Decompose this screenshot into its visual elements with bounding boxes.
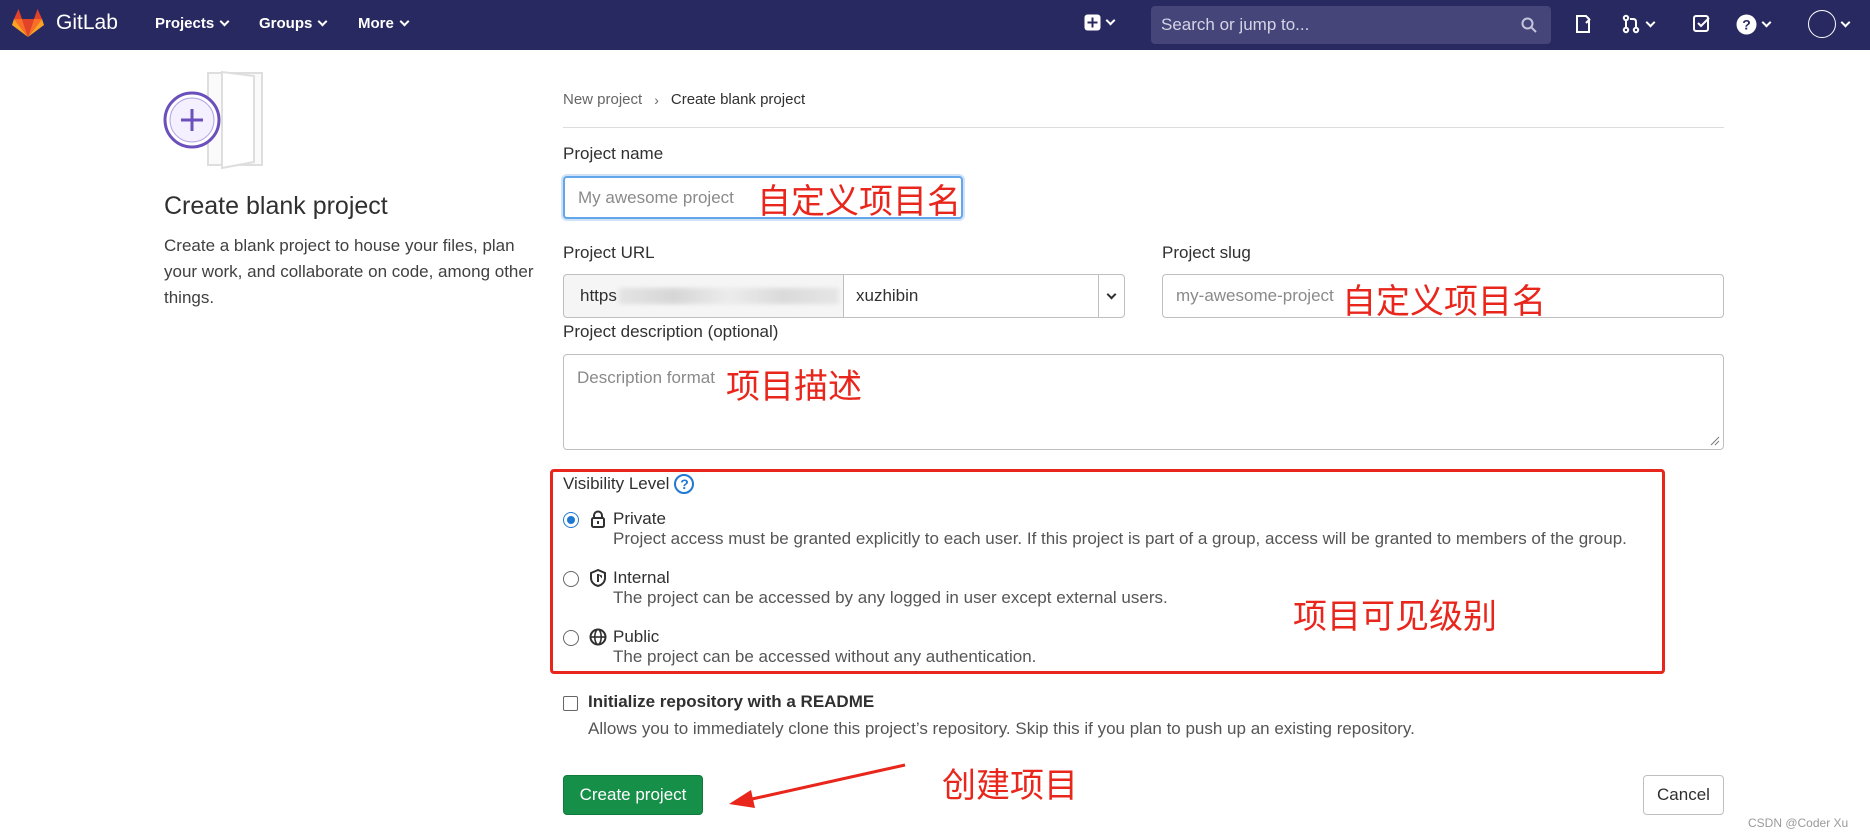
visibility-private-radio[interactable] <box>563 512 579 528</box>
readme-checkbox-label[interactable]: Initialize repository with a README <box>588 692 874 712</box>
annotation-project-slug: 自定义项目名 <box>1342 282 1546 322</box>
globe-icon <box>589 628 607 646</box>
todos-button[interactable] <box>1692 14 1712 34</box>
chevron-down-icon <box>399 16 410 27</box>
header-divider <box>563 127 1724 128</box>
annotation-highlight-box <box>550 469 1665 674</box>
visibility-private-label: Private <box>613 509 666 528</box>
project-url-prefix-text: https <box>580 286 617 305</box>
visibility-public-label: Public <box>613 627 660 646</box>
search-bar[interactable] <box>1151 6 1551 44</box>
nav-groups-dropdown[interactable]: Groups <box>259 15 328 32</box>
breadcrumb-current: Create blank project <box>670 91 806 108</box>
visibility-internal-description: The project can be accessed by any logge… <box>613 588 1168 607</box>
resize-handle-icon[interactable] <box>1710 436 1720 446</box>
visibility-public-radio[interactable] <box>563 630 579 646</box>
chevron-down-icon <box>1761 17 1772 28</box>
todo-icon <box>1693 15 1710 32</box>
breadcrumb-new-project-link[interactable]: New project <box>563 91 642 108</box>
project-name-label: Project name <box>563 144 664 163</box>
svg-text:?: ? <box>1742 17 1751 33</box>
watermark: CSDN @Coder Xu <box>1748 816 1849 830</box>
chevron-down-icon <box>219 16 230 27</box>
annotation-arrow-icon <box>729 763 906 808</box>
gitlab-logo-icon <box>12 9 44 37</box>
readme-description: Allows you to immediately clone this pro… <box>588 719 1415 738</box>
redacted-host <box>618 288 839 304</box>
annotation-create: 创建项目 <box>942 766 1078 806</box>
annotation-description: 项目描述 <box>726 367 862 407</box>
chevron-down-icon <box>1106 289 1117 299</box>
project-slug-label: Project slug <box>1162 243 1251 262</box>
chevron-down-icon <box>317 16 328 27</box>
top-navbar: GitLab Projects Groups More Search or ju… <box>0 0 1870 50</box>
breadcrumb-separator-icon: › <box>654 91 659 108</box>
nav-projects-dropdown[interactable]: Projects <box>155 15 230 32</box>
merge-request-icon <box>1622 14 1640 34</box>
nav-projects-label: Projects <box>155 15 215 32</box>
help-dropdown[interactable]: ? <box>1736 14 1772 35</box>
visibility-level-label: Visibility Level <box>563 474 670 493</box>
new-item-dropdown[interactable] <box>1084 14 1116 31</box>
visibility-internal-label: Internal <box>613 568 670 587</box>
annotation-visibility: 项目可见级别 <box>1293 597 1497 637</box>
create-project-button[interactable]: Create project <box>563 775 703 815</box>
project-url-namespace-select[interactable]: xuzhibin <box>843 274 1125 318</box>
issues-button[interactable] <box>1573 14 1593 34</box>
cancel-button[interactable]: Cancel <box>1643 775 1724 815</box>
breadcrumb: New project › Create blank project <box>563 91 805 108</box>
search-icon <box>1521 17 1537 33</box>
project-url-prefix: https <box>563 274 843 318</box>
chevron-down-icon <box>1105 15 1116 26</box>
namespace-value: xuzhibin <box>856 286 919 305</box>
avatar <box>1808 10 1836 38</box>
lock-icon <box>591 510 605 528</box>
visibility-public-description: The project can be accessed without any … <box>613 647 1037 666</box>
readme-checkbox[interactable] <box>563 696 578 711</box>
merge-requests-dropdown[interactable] <box>1621 14 1656 34</box>
brand-name: GitLab <box>56 11 118 34</box>
gitlab-home-link[interactable]: GitLab <box>12 8 118 38</box>
user-menu-dropdown[interactable] <box>1808 10 1851 38</box>
annotation-project-name: 自定义项目名 <box>757 182 961 222</box>
visibility-level-heading: Visibility Level ? <box>563 474 695 494</box>
search-input[interactable] <box>1161 15 1511 35</box>
page-title: Create blank project <box>164 192 388 220</box>
nav-more-dropdown[interactable]: More <box>358 15 410 32</box>
namespace-caret <box>1098 275 1124 317</box>
page-description: Create a blank project to house your fil… <box>164 236 534 307</box>
visibility-internal-radio[interactable] <box>563 571 579 587</box>
chevron-down-icon <box>1840 17 1851 27</box>
help-icon[interactable]: ? <box>674 474 695 494</box>
chevron-down-icon <box>1645 17 1656 27</box>
nav-groups-label: Groups <box>259 15 313 32</box>
plus-square-icon <box>1084 14 1101 31</box>
blank-project-illustration <box>163 70 263 170</box>
nav-more-label: More <box>358 15 394 32</box>
shield-icon <box>590 569 606 587</box>
issues-icon <box>1576 15 1591 33</box>
project-description-label: Project description (optional) <box>563 322 779 341</box>
help-icon: ? <box>1736 14 1757 35</box>
visibility-private-description: Project access must be granted explicitl… <box>613 529 1627 548</box>
project-url-label: Project URL <box>563 243 655 262</box>
